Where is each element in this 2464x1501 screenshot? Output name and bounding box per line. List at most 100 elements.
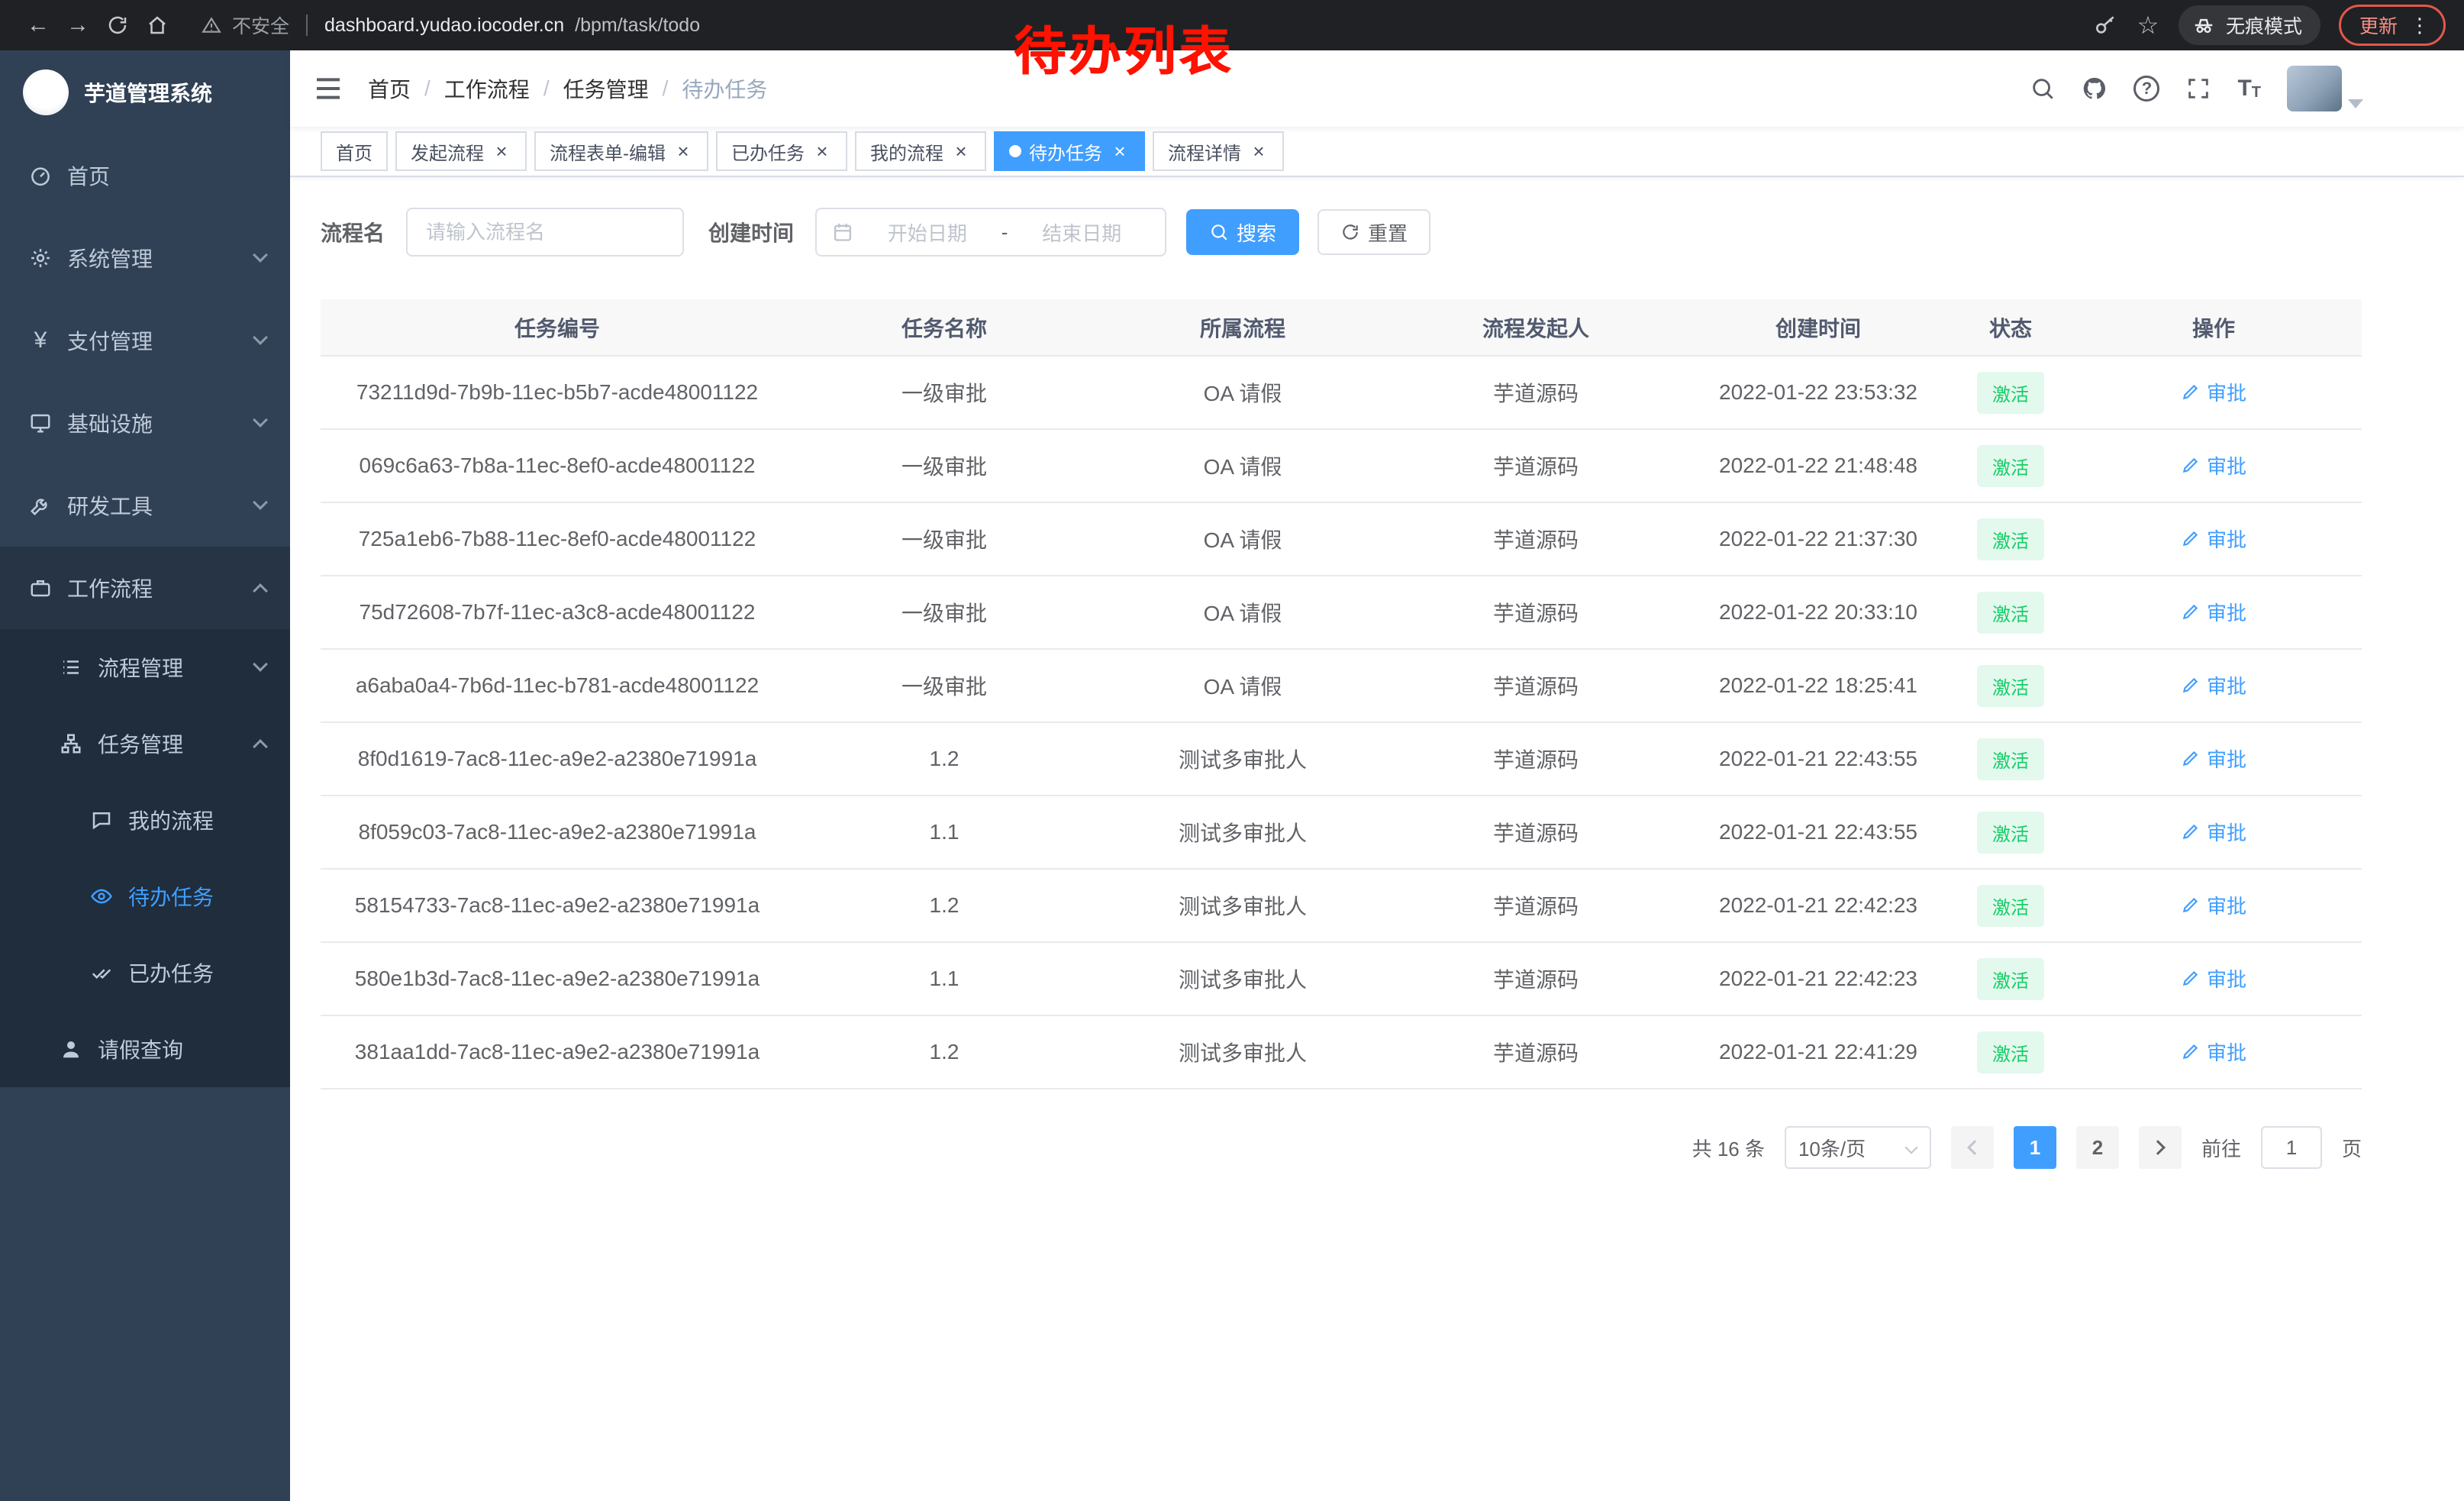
prev-page-button[interactable] <box>1951 1126 1994 1169</box>
password-key-icon[interactable] <box>2093 13 2117 37</box>
initiator-cell: 芋道源码 <box>1391 1015 1681 1089</box>
update-label: 更新 <box>2359 11 2398 39</box>
screen: ← → 不安全 dashboard.yudao.iocoder.cn/bpm/t… <box>0 0 2464 1501</box>
approve-link[interactable]: 审批 <box>2181 891 2246 919</box>
tab[interactable]: 待办任务 × <box>994 131 1145 171</box>
tools-icon <box>29 494 52 517</box>
tab-close-icon[interactable]: × <box>673 142 693 160</box>
tab-close-icon[interactable]: × <box>492 142 511 160</box>
status-cell: 激活 <box>1956 722 2066 796</box>
approve-link[interactable]: 审批 <box>2181 598 2246 626</box>
font-size-icon[interactable]: TT <box>2237 77 2261 100</box>
breadcrumb-home[interactable]: 首页 <box>368 73 411 104</box>
created-cell: 2022-01-21 22:41:29 <box>1681 1015 1956 1089</box>
sidebar-item-workflow[interactable]: 工作流程 <box>0 547 290 629</box>
process-cell: OA 请假 <box>1095 356 1391 429</box>
fullscreen-icon[interactable] <box>2185 76 2211 102</box>
not-secure-warning-icon <box>202 15 221 35</box>
avatar[interactable] <box>2287 66 2342 111</box>
sidebar-item-process-management[interactable]: 流程管理 <box>0 629 290 705</box>
tab[interactable]: 流程详情 × <box>1153 131 1284 171</box>
browser-home-button[interactable] <box>137 5 177 45</box>
date-range-picker[interactable]: 开始日期 - 结束日期 <box>815 208 1166 257</box>
url-divider <box>306 15 308 36</box>
process-name-input[interactable] <box>406 208 684 257</box>
next-page-button[interactable] <box>2139 1126 2182 1169</box>
process-cell: OA 请假 <box>1095 429 1391 502</box>
tab[interactable]: 我的流程 × <box>855 131 986 171</box>
created-cell: 2022-01-22 21:48:48 <box>1681 429 1956 502</box>
sidebar-item-my-process[interactable]: 我的流程 <box>0 782 290 858</box>
goto-unit-label: 页 <box>2342 1134 2362 1162</box>
sidebar-item-system[interactable]: 系统管理 <box>0 217 290 299</box>
task-name-cell: 一级审批 <box>794 576 1095 649</box>
chevron-up-icon <box>253 739 268 754</box>
sidebar-item-todo-tasks[interactable]: 待办任务 <box>0 858 290 934</box>
tab-close-icon[interactable]: × <box>1249 142 1269 160</box>
table-row: 381aa1dd-7ac8-11ec-a9e2-a2380e71991a 1.2… <box>321 1015 2362 1089</box>
bookmark-star-icon[interactable]: ☆ <box>2136 13 2160 37</box>
user-menu[interactable] <box>2287 66 2363 111</box>
tags-view-bar: 首页 发起流程 × 流程表单-编辑 × 已办任务 × 我的流程 <box>290 127 2464 177</box>
browser-back-button[interactable]: ← <box>18 5 58 45</box>
approve-link[interactable]: 审批 <box>2181 744 2246 773</box>
search-button[interactable]: 搜索 <box>1186 209 1299 255</box>
tab[interactable]: 首页 <box>321 131 388 171</box>
tab[interactable]: 发起流程 × <box>395 131 527 171</box>
page-button-1[interactable]: 1 <box>2014 1126 2056 1169</box>
sidebar-item-dev-tools[interactable]: 研发工具 <box>0 464 290 547</box>
initiator-cell: 芋道源码 <box>1391 576 1681 649</box>
search-icon <box>1209 222 1229 242</box>
create-time-label: 创建时间 <box>708 217 794 247</box>
help-icon[interactable]: ? <box>2133 76 2159 102</box>
approve-link[interactable]: 审批 <box>2181 964 2246 993</box>
sidebar: 芋道管理系统 首页 系统管理 ¥ 支付管理 基础设施 <box>0 50 290 1501</box>
chat-icon <box>90 809 113 831</box>
initiator-cell: 芋道源码 <box>1391 649 1681 722</box>
sidebar-collapse-button[interactable] <box>313 73 343 104</box>
tab[interactable]: 流程表单-编辑 × <box>534 131 708 171</box>
address-bar[interactable]: 不安全 dashboard.yudao.iocoder.cn/bpm/task/… <box>202 11 700 39</box>
approve-link[interactable]: 审批 <box>2181 451 2246 479</box>
task-name-cell: 1.2 <box>794 1015 1095 1089</box>
sidebar-item-infrastructure[interactable]: 基础设施 <box>0 382 290 464</box>
approve-link[interactable]: 审批 <box>2181 525 2246 553</box>
tab-close-icon[interactable]: × <box>1110 142 1130 160</box>
approve-link[interactable]: 审批 <box>2181 378 2246 406</box>
sidebar-item-leave-query[interactable]: 请假查询 <box>0 1011 290 1087</box>
browser-reload-button[interactable] <box>98 5 137 45</box>
tab-close-icon[interactable]: × <box>812 142 832 160</box>
approve-link[interactable]: 审批 <box>2181 818 2246 846</box>
approve-link[interactable]: 审批 <box>2181 671 2246 699</box>
browser-menu-icon[interactable]: ⋮ <box>2410 14 2430 37</box>
browser-forward-button[interactable]: → <box>58 5 98 45</box>
app-logo-row: 芋道管理系统 <box>0 50 290 134</box>
status-badge: 激活 <box>1977 738 2044 780</box>
sidebar-item-task-management[interactable]: 任务管理 <box>0 705 290 782</box>
sidebar-item-payment[interactable]: ¥ 支付管理 <box>0 299 290 382</box>
sidebar-item-home[interactable]: 首页 <box>0 134 290 217</box>
page-size-select[interactable]: 10条/页 <box>1785 1126 1931 1169</box>
github-icon[interactable] <box>2082 76 2108 102</box>
goto-page-input[interactable] <box>2261 1126 2322 1169</box>
tab-close-icon[interactable]: × <box>951 142 971 160</box>
status-cell: 激活 <box>1956 869 2066 942</box>
total-count-label: 共 16 条 <box>1692 1134 1765 1162</box>
url-path: /bpm/task/todo <box>575 15 700 37</box>
browser-update-button[interactable]: 更新 ⋮ <box>2339 5 2446 46</box>
page-button-2[interactable]: 2 <box>2076 1126 2119 1169</box>
reset-button[interactable]: 重置 <box>1317 209 1430 255</box>
actions-cell: 审批 <box>2066 942 2362 1015</box>
process-cell: OA 请假 <box>1095 649 1391 722</box>
search-icon[interactable] <box>2030 76 2056 102</box>
approve-link[interactable]: 审批 <box>2181 1038 2246 1066</box>
breadcrumb-task-management[interactable]: 任务管理 <box>563 73 649 104</box>
actions-cell: 审批 <box>2066 429 2362 502</box>
actions-cell: 审批 <box>2066 356 2362 429</box>
breadcrumb-workflow[interactable]: 工作流程 <box>444 73 530 104</box>
task-id-cell: 381aa1dd-7ac8-11ec-a9e2-a2380e71991a <box>321 1015 794 1089</box>
tab[interactable]: 已办任务 × <box>716 131 847 171</box>
edit-pencil-icon <box>2181 602 2201 621</box>
col-actions: 操作 <box>2066 299 2362 356</box>
sidebar-item-done-tasks[interactable]: 已办任务 <box>0 934 290 1011</box>
